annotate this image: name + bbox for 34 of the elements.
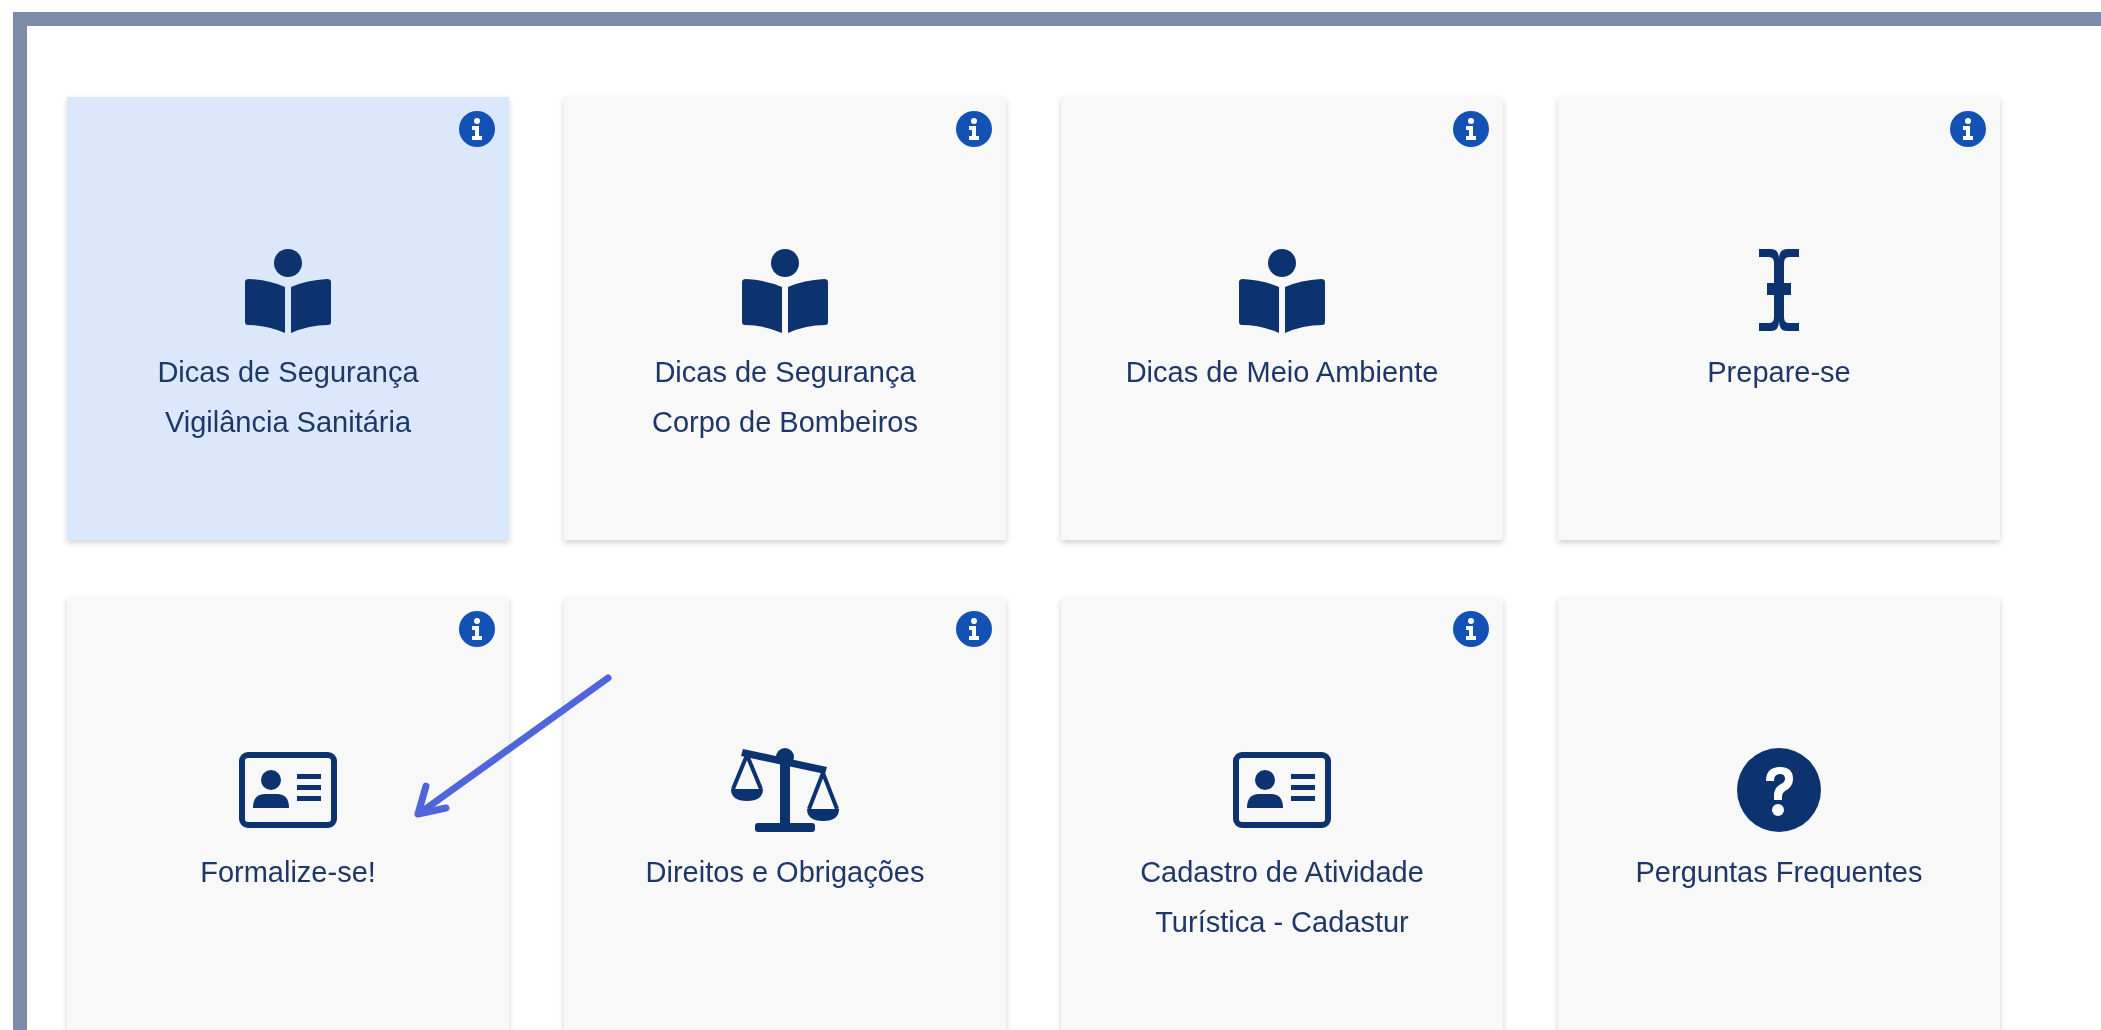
info-icon[interactable] bbox=[1453, 111, 1489, 147]
tile-card[interactable]: Direitos e Obrigações bbox=[564, 597, 1006, 1030]
tile-label: Vigilância Sanitária bbox=[164, 405, 412, 440]
info-icon[interactable] bbox=[459, 611, 495, 647]
tile-card[interactable]: Cadastro de Atividade Turística - Cadastur bbox=[1061, 597, 1503, 1030]
tile-label: Direitos e Obrigações bbox=[645, 855, 925, 890]
question-icon bbox=[1736, 747, 1822, 833]
tile-card[interactable]: Prepare-se bbox=[1558, 97, 2000, 540]
tile-label: Prepare-se bbox=[1707, 355, 1851, 390]
reading-person-icon bbox=[742, 247, 828, 333]
id-card-icon bbox=[1233, 752, 1331, 828]
info-icon[interactable] bbox=[1453, 611, 1489, 647]
info-icon[interactable] bbox=[459, 111, 495, 147]
info-icon[interactable] bbox=[1950, 111, 1986, 147]
tile-label: Perguntas Frequentes bbox=[1635, 855, 1923, 890]
tile-card[interactable]: Formalize-se! bbox=[67, 597, 509, 1030]
scale-icon bbox=[729, 745, 841, 835]
reading-person-icon bbox=[245, 247, 331, 333]
tile-card[interactable]: Perguntas Frequentes bbox=[1558, 597, 2000, 1030]
tile-card[interactable]: Dicas de Segurança Vigilância Sanitária bbox=[67, 97, 509, 540]
info-icon[interactable] bbox=[956, 111, 992, 147]
tile-label: Turística - Cadastur bbox=[1155, 905, 1409, 940]
tile-label: Formalize-se! bbox=[200, 855, 376, 890]
tile-label: Dicas de Segurança bbox=[157, 355, 419, 390]
info-icon[interactable] bbox=[956, 611, 992, 647]
text-cursor-icon bbox=[1757, 247, 1801, 333]
tile-card[interactable]: Dicas de Segurança Corpo de Bombeiros bbox=[564, 97, 1006, 540]
tile-label: Corpo de Bombeiros bbox=[652, 405, 918, 440]
tile-label: Cadastro de Atividade bbox=[1140, 855, 1424, 890]
tile-label: Dicas de Meio Ambiente bbox=[1125, 355, 1439, 390]
reading-person-icon bbox=[1239, 247, 1325, 333]
id-card-icon bbox=[239, 752, 337, 828]
tile-card[interactable]: Dicas de Meio Ambiente bbox=[1061, 97, 1503, 540]
tile-label: Dicas de Segurança bbox=[654, 355, 916, 390]
